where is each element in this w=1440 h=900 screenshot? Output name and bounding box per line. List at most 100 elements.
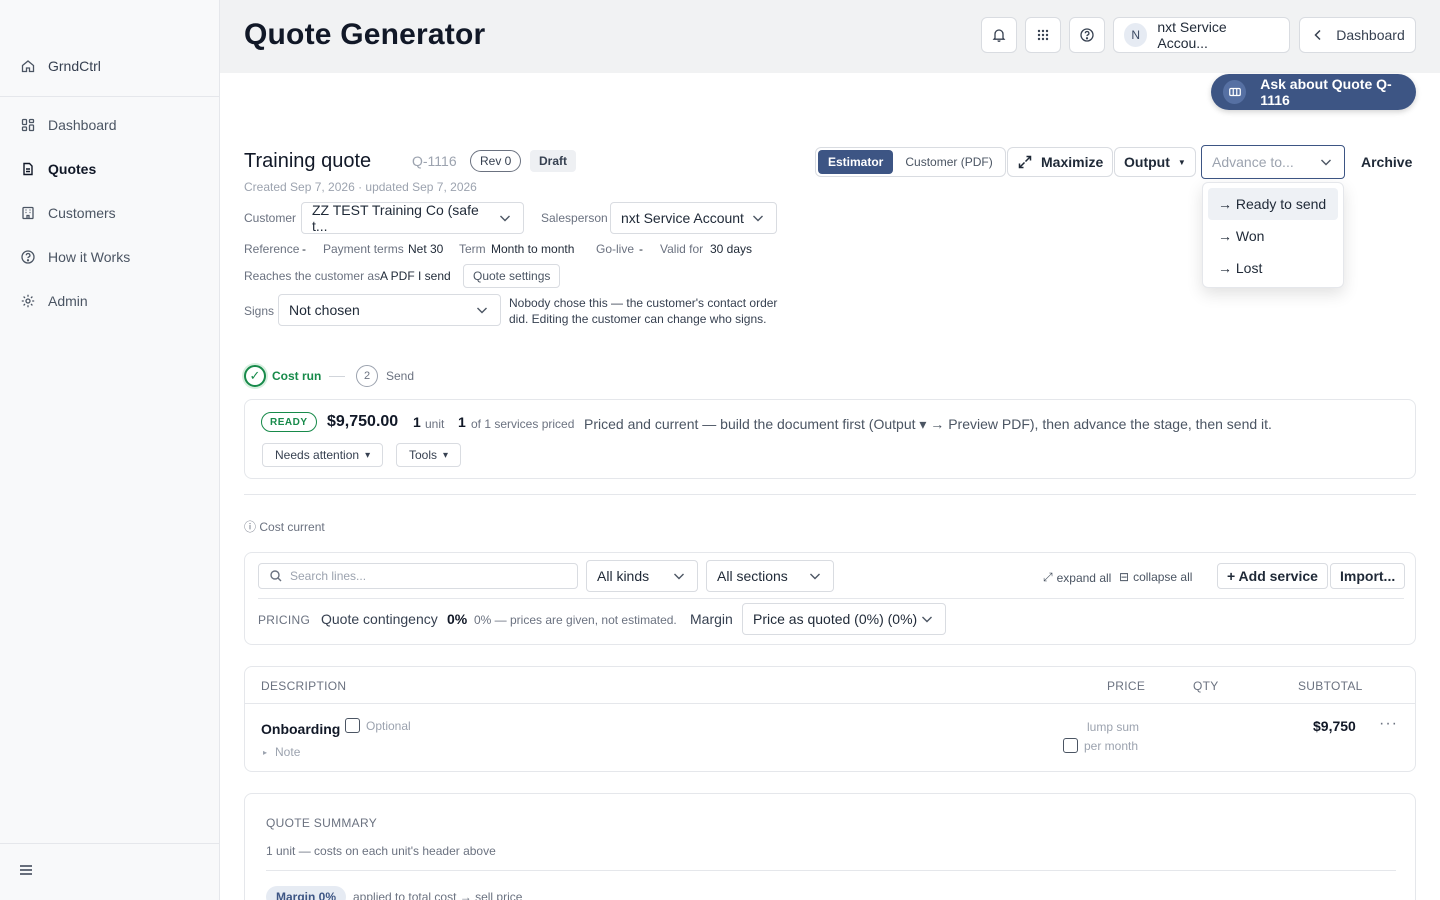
step-cost-run[interactable]: ✓ Cost run — [244, 365, 321, 387]
priced-count: 1 — [458, 414, 466, 430]
per-month-checkbox[interactable] — [1063, 738, 1078, 753]
reference-value[interactable]: - — [302, 242, 306, 256]
column-header-price: PRICE — [1107, 679, 1146, 693]
sidebar-item-admin[interactable]: Admin — [0, 279, 219, 323]
chevron-down-icon — [919, 611, 935, 627]
optional-toggle[interactable]: Optional — [345, 718, 411, 733]
advance-stage-select[interactable]: Advance to... — [1201, 145, 1345, 179]
note-toggle[interactable]: ▸ Note — [263, 745, 300, 759]
collapse-all-link[interactable]: ⊟ collapse all — [1119, 570, 1192, 584]
sidebar-item-customers[interactable]: Customers — [0, 191, 219, 235]
import-button[interactable]: Import... — [1330, 563, 1406, 589]
step-send[interactable]: 2 Send — [356, 365, 414, 387]
caret-icon: ▾ — [365, 449, 371, 461]
column-header-qty: QTY — [1193, 679, 1219, 693]
expand-icon — [1017, 154, 1033, 170]
expand-all-link[interactable]: ⤢ expand all — [1043, 570, 1111, 585]
info-icon: ⓘ — [244, 520, 257, 534]
help-icon — [20, 249, 36, 265]
search-input[interactable]: Search lines... — [258, 563, 578, 589]
ask-label: Ask about Quote Q-1116 — [1260, 76, 1392, 108]
gear-icon — [20, 293, 36, 309]
go-live-value[interactable]: - — [639, 242, 643, 256]
notifications-button[interactable] — [981, 17, 1017, 53]
option-won[interactable]: → Won — [1208, 220, 1338, 252]
payment-terms-value[interactable]: Net 30 — [408, 242, 443, 256]
step-label: Cost run — [272, 369, 322, 383]
reaches-label: Reaches the customer as — [244, 269, 381, 283]
line-name[interactable]: Onboarding — [261, 721, 340, 737]
needs-attention-button[interactable]: Needs attention ▾ — [262, 443, 384, 467]
term-value[interactable]: Month to month — [491, 242, 574, 256]
sidebar-item-label: Admin — [48, 293, 88, 309]
per-month-label: per month — [1084, 738, 1139, 753]
customer-select[interactable]: ZZ TEST Training Co (safe t... — [301, 202, 524, 234]
summary-subtitle: 1 unit — costs on each unit's header abo… — [266, 844, 496, 858]
sidebar-item-label: How it Works — [48, 249, 131, 265]
back-to-dashboard-button[interactable]: Dashboard — [1299, 17, 1416, 53]
sidebar-item-dashboard[interactable]: Dashboard — [0, 103, 219, 147]
brand-label: GrndCtrl — [48, 58, 101, 74]
signs-label: Signs — [244, 304, 275, 318]
menu-icon[interactable] — [18, 862, 34, 881]
reference-label: Reference — [244, 242, 300, 256]
sidebar-item-label: Dashboard — [48, 117, 117, 133]
chevron-down-icon — [1318, 154, 1334, 170]
help-button[interactable] — [1069, 17, 1105, 53]
priced-label: of 1 services priced — [471, 417, 575, 431]
valid-for-value[interactable]: 30 days — [710, 242, 752, 256]
expand-all-label: expand all — [1056, 570, 1112, 585]
filter-card: Search lines... All kinds All sections ⤢… — [244, 552, 1416, 645]
step-number: 2 — [356, 365, 378, 387]
tools-button[interactable]: Tools ▾ — [396, 443, 462, 467]
output-menu-button[interactable]: Output ▼ — [1114, 147, 1196, 177]
optional-checkbox[interactable] — [345, 718, 360, 733]
ask-about-quote-button[interactable]: Ask about Quote Q-1116 — [1211, 74, 1416, 110]
quote-settings-button[interactable]: Quote settings — [463, 264, 561, 288]
sidebar-divider — [0, 843, 219, 844]
add-service-button[interactable]: + Add service — [1217, 563, 1328, 589]
chevron-left-icon — [1310, 27, 1326, 43]
signs-select[interactable]: Not chosen — [278, 294, 501, 326]
optional-label: Optional — [366, 718, 411, 733]
mode-estimator[interactable]: Estimator — [818, 150, 894, 174]
sidebar-divider — [0, 96, 219, 97]
contingency-value[interactable]: 0% — [447, 611, 467, 627]
sidebar-item-quotes[interactable]: Quotes — [0, 147, 219, 191]
apps-button[interactable] — [1025, 17, 1061, 53]
kinds-select[interactable]: All kinds — [586, 560, 698, 592]
salesperson-select[interactable]: nxt Service Account — [610, 202, 777, 234]
summary-title: QUOTE SUMMARY — [266, 816, 378, 830]
archive-button[interactable]: Archive — [1361, 154, 1412, 170]
chevron-down-icon — [474, 302, 490, 318]
collapse-all-label: collapse all — [1133, 570, 1193, 584]
search-placeholder: Search lines... — [290, 569, 367, 583]
option-ready-to-send[interactable]: → Ready to send — [1208, 188, 1338, 220]
help-icon — [1079, 27, 1095, 43]
sections-select[interactable]: All sections — [706, 560, 834, 592]
advance-placeholder: Advance to... — [1212, 154, 1294, 170]
option-lost[interactable]: → Lost — [1208, 252, 1338, 284]
chat-icon — [1223, 80, 1247, 104]
check-icon: ✓ — [244, 365, 266, 387]
payment-terms-label: Payment terms — [323, 242, 404, 256]
mode-customer-pdf[interactable]: Customer (PDF) — [895, 150, 1002, 174]
avatar: N — [1124, 23, 1148, 47]
quote-total: $9,750.00 — [327, 413, 399, 430]
summary-applied-note: applied to total cost → sell price — [353, 890, 523, 900]
per-month-toggle[interactable]: per month — [1063, 738, 1138, 753]
quote-title[interactable]: Training quote — [244, 150, 371, 173]
account-menu-button[interactable]: N nxt Service Accou... — [1113, 17, 1290, 53]
kinds-value: All kinds — [597, 568, 650, 584]
view-mode-toggle: Estimator Customer (PDF) — [815, 147, 1006, 177]
output-label: Output — [1124, 154, 1170, 170]
maximize-button[interactable]: Maximize — [1007, 147, 1114, 177]
quote-id: Q-1116 — [412, 153, 457, 169]
margin-select[interactable]: Price as quoted (0%) (0%) — [742, 603, 946, 635]
caret-right-icon: ▸ — [263, 747, 268, 757]
more-options-icon[interactable]: ··· — [1379, 715, 1398, 733]
brand-link[interactable]: GrndCtrl — [20, 58, 101, 74]
signs-note: Nobody chose this — the customer's conta… — [509, 296, 778, 326]
sidebar-item-how-it-works[interactable]: How it Works — [0, 235, 219, 279]
chevron-down-icon — [671, 568, 687, 584]
